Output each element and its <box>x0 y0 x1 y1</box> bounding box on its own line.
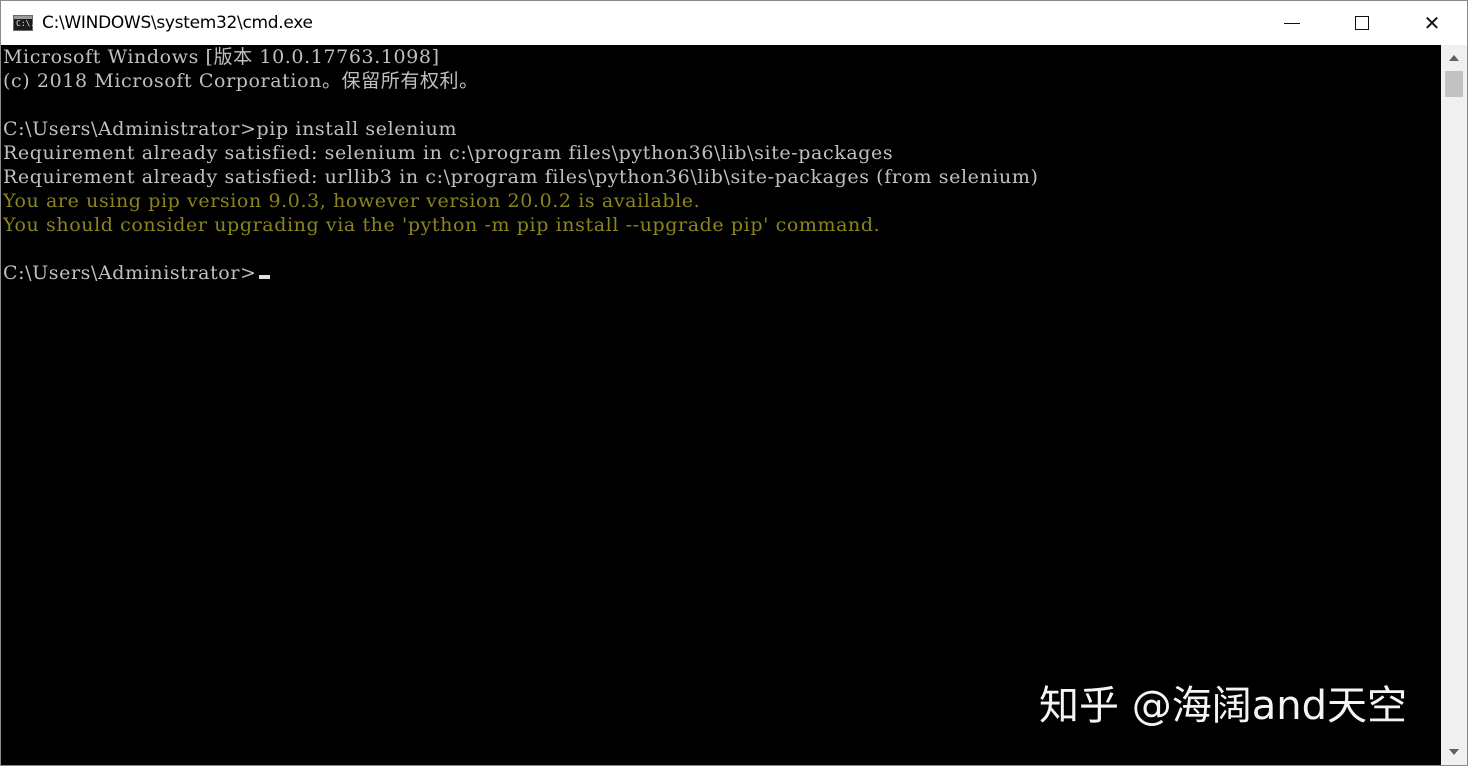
command-prompt: C:\Users\Administrator> <box>3 262 257 284</box>
console-line: Requirement already satisfied: selenium … <box>3 142 894 164</box>
arrow-down-icon <box>1449 749 1459 755</box>
maximize-icon <box>1355 16 1369 30</box>
scroll-thumb[interactable] <box>1445 71 1463 97</box>
minimize-button[interactable] <box>1257 1 1327 45</box>
cmd-app-icon[interactable]: C:\. <box>13 15 36 31</box>
cmd-window: C:\. C:\WINDOWS\system32\cmd.exe ✕ Micro… <box>0 0 1468 766</box>
scroll-down-button[interactable] <box>1441 739 1467 765</box>
text-cursor <box>258 275 270 279</box>
watermark: 知乎 @海阔and天空 <box>1039 683 1407 729</box>
app-icon-text: C:\. <box>16 19 36 28</box>
console-line: (c) 2018 Microsoft Corporation。保留所有权利。 <box>3 70 479 92</box>
arrow-up-icon <box>1449 55 1459 61</box>
close-icon: ✕ <box>1423 11 1441 35</box>
console-warning-line: You should consider upgrading via the 'p… <box>3 214 881 236</box>
console-line: Microsoft Windows [版本 10.0.17763.1098] <box>3 46 440 68</box>
console-warning-line: You are using pip version 9.0.3, however… <box>3 190 701 212</box>
close-button[interactable]: ✕ <box>1397 1 1467 45</box>
window-title: C:\WINDOWS\system32\cmd.exe <box>42 13 313 33</box>
console-output[interactable]: Microsoft Windows [版本 10.0.17763.1098] (… <box>1 45 1441 765</box>
console-line: Requirement already satisfied: urllib3 i… <box>3 166 1039 188</box>
console-line: C:\Users\Administrator>pip install selen… <box>3 118 458 140</box>
command-prompt-line[interactable]: C:\Users\Administrator> <box>3 261 270 285</box>
maximize-button[interactable] <box>1327 1 1397 45</box>
title-bar[interactable]: C:\. C:\WINDOWS\system32\cmd.exe ✕ <box>1 1 1467 45</box>
vertical-scrollbar[interactable] <box>1441 45 1467 765</box>
scroll-up-button[interactable] <box>1441 45 1467 71</box>
minimize-icon <box>1284 22 1300 24</box>
